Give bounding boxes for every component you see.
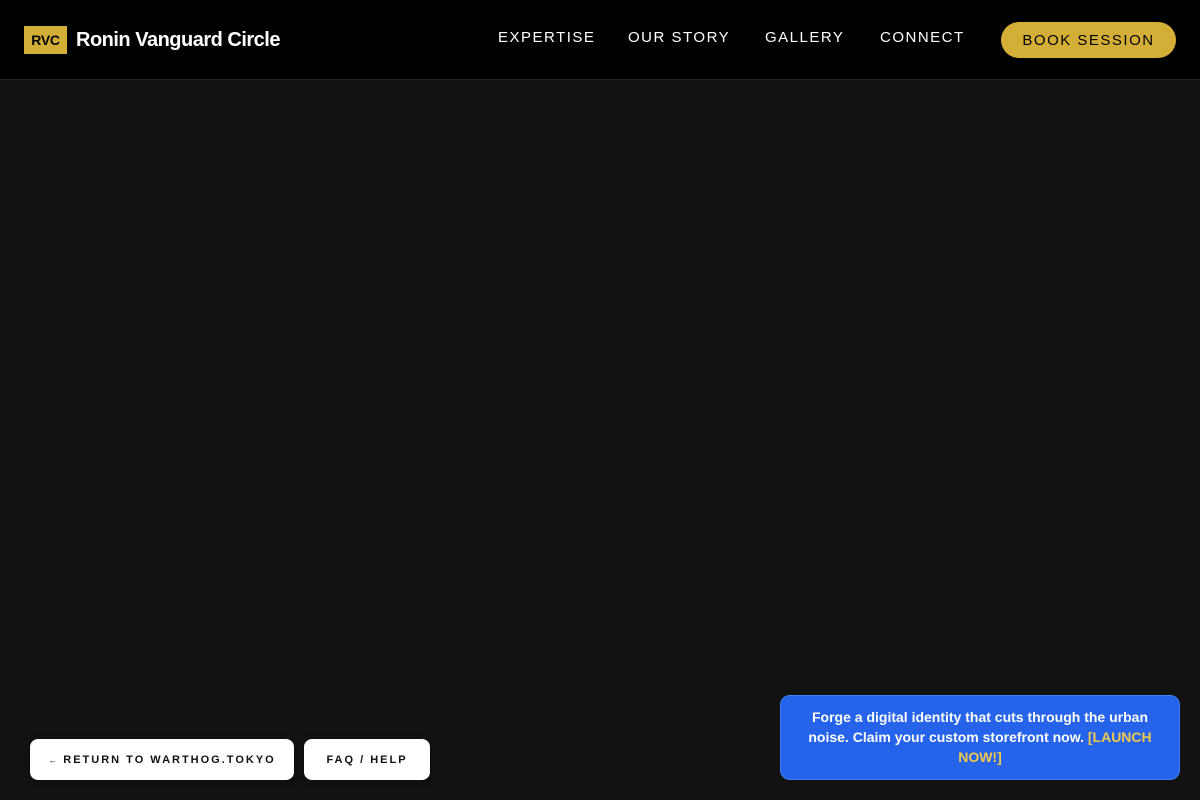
nav-link-our-story[interactable]: OUR STORY — [628, 29, 730, 47]
logo-badge[interactable]: RVC — [24, 26, 67, 54]
main-content-area — [0, 81, 1200, 800]
nav-link-expertise[interactable]: EXPERTISE — [498, 29, 595, 47]
brand-name[interactable]: Ronin Vanguard Circle — [76, 28, 280, 52]
left-arrow-icon: ← — [48, 754, 58, 765]
nav-link-connect[interactable]: CONNECT — [880, 29, 965, 47]
faq-help-button[interactable]: FAQ / HELP — [304, 739, 430, 780]
nav-link-gallery[interactable]: GALLERY — [765, 29, 844, 47]
site-header: RVC Ronin Vanguard Circle EXPERTISE OUR … — [0, 0, 1200, 80]
book-session-button[interactable]: BOOK SESSION — [1001, 22, 1176, 58]
promo-banner: Forge a digital identity that cuts throu… — [780, 695, 1180, 780]
return-to-site-button[interactable]: ← RETURN TO WARTHOG.TOKYO — [30, 739, 294, 780]
return-button-label: RETURN TO WARTHOG.TOKYO — [63, 753, 276, 766]
